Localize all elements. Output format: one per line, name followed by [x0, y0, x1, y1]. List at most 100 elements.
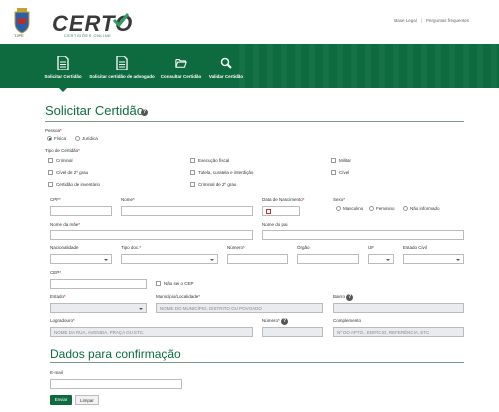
estado-civil-select[interactable]: [403, 254, 464, 264]
tipo-tutela[interactable]: Tutela, curatela e interdição: [190, 169, 253, 175]
nacionalidade-select[interactable]: [50, 254, 112, 264]
orgao-label: Órgão: [297, 245, 310, 250]
tipo-criminal-2-grau[interactable]: Criminal de 2º grau: [190, 181, 236, 187]
cep-label: CEP*: [50, 270, 62, 275]
municipio-input[interactable]: NOME DO MUNICÍPIO, DISTRITO OU POVOADO: [156, 303, 323, 313]
radio-selected-icon: [47, 135, 52, 141]
tipo-criminal[interactable]: Criminal: [48, 157, 73, 163]
document-icon: [116, 56, 128, 70]
radio-icon: [369, 205, 374, 211]
checkbox-icon: [48, 157, 53, 163]
sem-cep-checkbox[interactable]: Não sei o CEP: [156, 280, 194, 286]
logradouro-label: Logradouro*: [50, 318, 75, 323]
coat-of-arms-icon: [14, 8, 30, 34]
checkbox-icon: [48, 169, 53, 175]
pai-input[interactable]: [262, 230, 464, 240]
checkbox-icon: [331, 169, 336, 175]
link-faq[interactable]: Perguntas frequentes: [426, 18, 469, 23]
help-icon[interactable]: ?: [281, 318, 289, 325]
email-label: E-mail: [50, 370, 63, 375]
nav-label: Validar Certidão: [208, 74, 244, 79]
nacionalidade-label: Nacionalidade: [50, 245, 79, 250]
checkbox-icon: [190, 169, 195, 175]
checkbox-icon: [331, 157, 336, 163]
check-icon: [112, 13, 130, 28]
link-base-legal[interactable]: Base Legal: [394, 18, 417, 23]
cpf-label: CPF*: [50, 197, 61, 202]
sexo-masculino-radio[interactable]: Masculino: [336, 205, 363, 211]
tipo-certidao-label: Tipo de Certidão*: [45, 148, 80, 153]
logradouro-input[interactable]: NOME DA RUA, AVENIDA, PRAÇA OU ETC.: [50, 327, 253, 337]
nav-label: Solicitar certidão de advogado: [89, 74, 155, 79]
logo-subtitle: CERTIDÕES ONLINE: [64, 33, 112, 38]
mae-label: Nome da mãe*: [50, 222, 81, 227]
sexo-label: Sexo*: [333, 197, 346, 202]
orgao-input[interactable]: [297, 254, 359, 264]
sexo-feminino-radio[interactable]: Feminino: [369, 205, 395, 211]
title-divider: [45, 121, 464, 122]
numero-label: Número* ?: [262, 318, 289, 325]
nav-consultar-certidao[interactable]: Consultar Certidão: [158, 44, 204, 88]
nav-solicitar-certidao[interactable]: Solicitar Certidão: [40, 44, 86, 92]
tipo-doc-label: Tipo doc.*: [121, 245, 142, 250]
pessoa-juridica-radio[interactable]: Jurídica: [75, 135, 98, 141]
radio-icon: [336, 205, 341, 211]
tipo-civel-2-grau[interactable]: Cível de 2º grau: [48, 169, 88, 175]
checkbox-icon: [48, 181, 53, 187]
complemento-input[interactable]: Nº DO APTO., EDIFÍCIO, REFERÊNCIA, ETC: [333, 327, 464, 337]
nav-certidao-advogado[interactable]: Solicitar certidão de advogado: [88, 44, 156, 88]
nascimento-label: Data de Nascimento*: [262, 197, 305, 202]
confirm-divider: [50, 362, 464, 363]
cep-input[interactable]: [50, 279, 147, 289]
cpf-input[interactable]: [50, 206, 112, 216]
estado-label: Estado*: [50, 294, 66, 299]
document-icon: [57, 56, 69, 70]
bairro-input[interactable]: [333, 303, 464, 313]
tipo-militar[interactable]: Militar: [331, 157, 351, 163]
help-icon[interactable]: ?: [141, 109, 148, 116]
radio-icon: [75, 135, 80, 141]
certo-logo[interactable]: CERTO CERTIDÕES ONLINE: [52, 11, 132, 39]
nascimento-input[interactable]: [262, 206, 300, 216]
checkbox-icon: [156, 280, 161, 286]
complemento-label: Complemento: [333, 318, 362, 323]
nav-label: Solicitar Certidão: [44, 74, 82, 79]
search-icon: [220, 57, 232, 69]
uf-label: UF: [368, 245, 374, 250]
folder-open-icon: [175, 59, 187, 68]
municipio-label: Município/Localidade*: [156, 294, 201, 299]
numero-input[interactable]: [262, 327, 323, 337]
sexo-nao-informado-radio[interactable]: Não informado: [403, 205, 440, 211]
top-header: TJPE CERTO CERTIDÕES ONLINE Base Legal | P…: [0, 0, 499, 44]
estado-civil-label: Estado Civil: [403, 245, 427, 250]
email-input[interactable]: [50, 379, 182, 389]
checkbox-icon: [190, 157, 195, 163]
pai-label: Nome do pai: [262, 222, 288, 227]
checkbox-icon: [190, 181, 195, 187]
tipo-inventario[interactable]: Certidão de inventário: [48, 181, 100, 187]
tipo-doc-select[interactable]: [121, 254, 218, 264]
main-nav: Solicitar Certidão Solicitar certidão de…: [0, 44, 499, 92]
nome-label: Nome*: [121, 197, 135, 202]
numero-doc-input[interactable]: [227, 254, 288, 264]
nav-label: Consultar Certidão: [160, 74, 202, 79]
confirm-title: Dados para confirmação: [50, 347, 181, 361]
uf-select[interactable]: [368, 254, 394, 264]
nav-validar-certidao[interactable]: Validar Certidão: [204, 44, 248, 88]
mae-input[interactable]: [50, 230, 253, 240]
send-button[interactable]: Enviar: [50, 395, 72, 405]
tipo-execucao-fiscal[interactable]: Execução fiscal: [190, 157, 229, 163]
calendar-icon[interactable]: [266, 209, 271, 214]
pessoa-fisica-radio[interactable]: Física: [47, 135, 66, 141]
nome-input[interactable]: [121, 206, 253, 216]
clear-button[interactable]: Limpar: [75, 395, 99, 405]
crest-caption: TJPE: [14, 33, 24, 38]
radio-icon: [403, 205, 408, 211]
top-links: Base Legal | Perguntas frequentes: [394, 18, 469, 23]
bairro-label: Bairro ?: [333, 294, 354, 301]
help-icon[interactable]: ?: [346, 294, 354, 301]
numero-doc-label: Número*: [227, 245, 245, 250]
tipo-civel[interactable]: Cível: [331, 169, 349, 175]
estado-select[interactable]: [50, 303, 147, 313]
page-title: Solicitar Certidão: [45, 103, 144, 118]
